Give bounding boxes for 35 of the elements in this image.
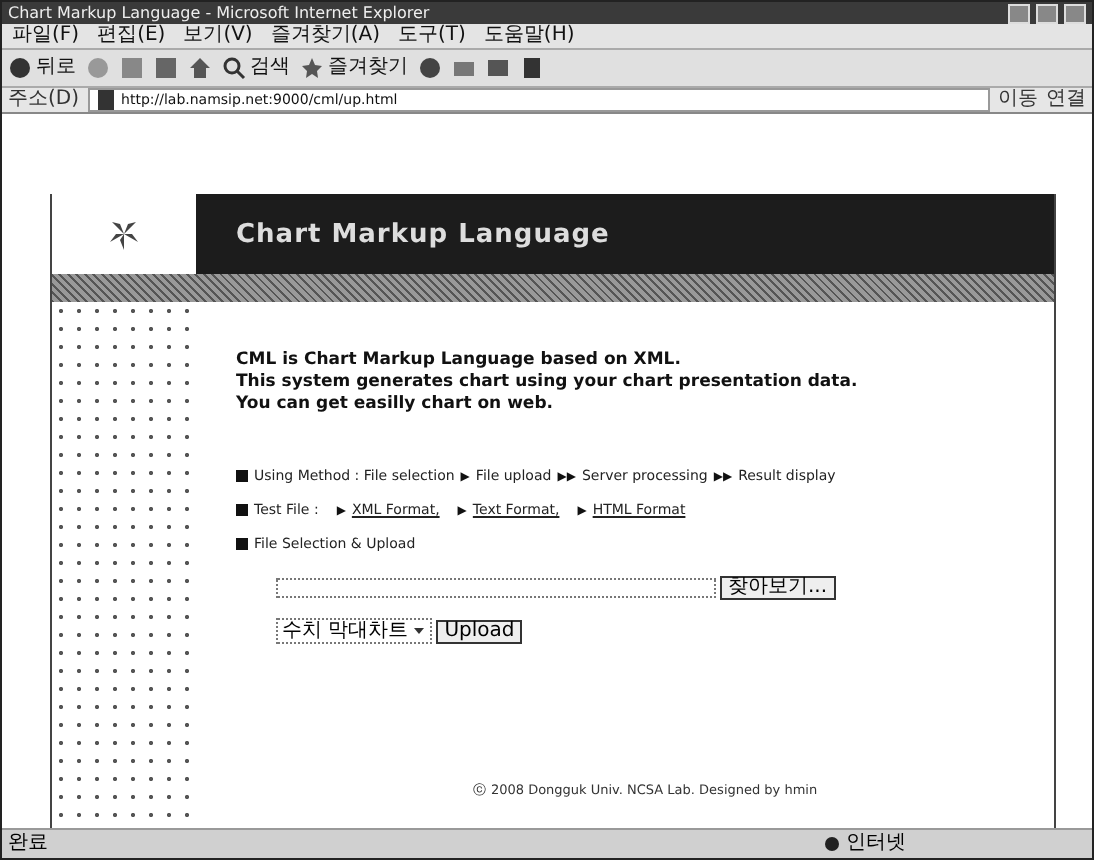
toolbar-button[interactable]: 즐겨찾기 xyxy=(300,56,408,80)
menu-item[interactable]: 보기(V) xyxy=(183,26,253,46)
minimize-button[interactable] xyxy=(1008,3,1030,23)
toolbar-button[interactable] xyxy=(418,56,442,80)
search-icon xyxy=(222,56,246,80)
bullet-icon xyxy=(236,538,248,550)
chart-type-select[interactable]: 수치 막대차트 xyxy=(276,618,433,644)
go-button[interactable]: 이동 xyxy=(998,90,1038,110)
zone-text: 인터넷 xyxy=(846,834,906,854)
maximize-button[interactable] xyxy=(1036,3,1058,23)
menu-item[interactable]: 편집(E) xyxy=(97,26,166,46)
globe-icon xyxy=(824,836,840,852)
circle-icon xyxy=(418,56,442,80)
star-icon xyxy=(300,56,324,80)
menu-item[interactable]: 파일(F) xyxy=(12,26,80,46)
upload-button[interactable]: Upload xyxy=(436,619,523,643)
file-field[interactable] xyxy=(276,578,716,598)
bullet-icon xyxy=(236,470,248,482)
window-title: Chart Markup Language - Microsoft Internet Explorer xyxy=(8,4,432,22)
address-label: 주소(D) xyxy=(8,90,80,110)
menu-item[interactable]: 즐겨찾기(A) xyxy=(270,26,380,46)
bullet-icon xyxy=(236,504,248,516)
page-heading: Chart Markup Language xyxy=(236,219,610,249)
menu-item[interactable]: 도움말(H) xyxy=(483,26,575,46)
intro-text: CML is Chart Markup Language based on XML. xyxy=(236,350,683,372)
status-text: 완료 xyxy=(8,834,48,854)
dropdown-caret-icon xyxy=(412,624,427,638)
browse-button[interactable]: 찾아보기... xyxy=(720,576,836,600)
menu-item[interactable]: 도구(T) xyxy=(398,26,466,46)
close-button[interactable] xyxy=(1064,3,1086,23)
links-button[interactable]: 연결 xyxy=(1046,90,1086,110)
toolbar-button[interactable]: 뒤로 xyxy=(8,56,76,80)
intro-text: This system generates chart using your chart presentation data. xyxy=(236,372,860,394)
toolbar-button[interactable]: 검색 xyxy=(222,56,290,80)
intro-text: You can get easilly chart on web. xyxy=(236,394,556,416)
